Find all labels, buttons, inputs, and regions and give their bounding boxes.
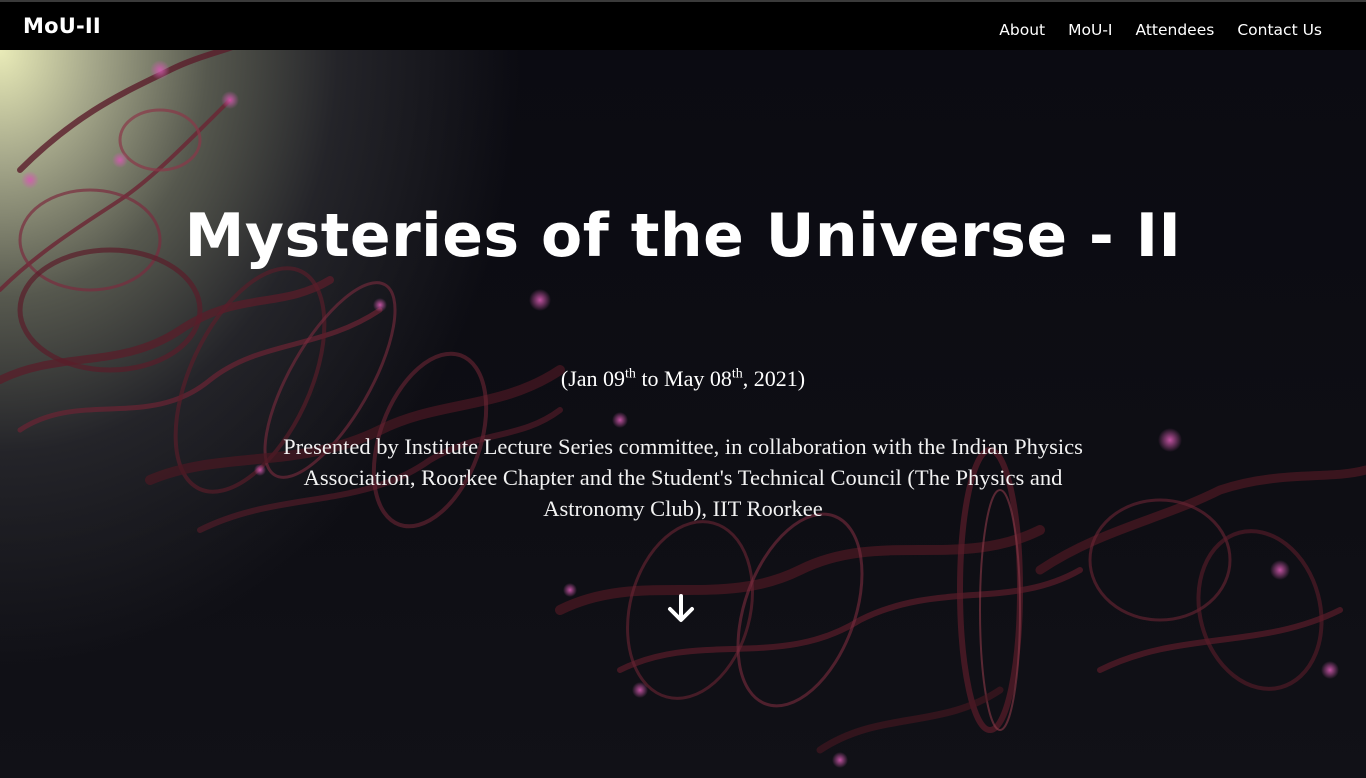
nav-link-mou-i[interactable]: MoU-I xyxy=(1068,21,1112,39)
dates-end-sup: th xyxy=(731,366,743,382)
brand-logo-text[interactable]: MoU-II xyxy=(23,14,101,38)
arrow-down-icon[interactable] xyxy=(665,593,697,625)
page-title: Mysteries of the Universe - II xyxy=(184,201,1182,271)
hero-section: Mysteries of the Universe - II (Jan 09th… xyxy=(0,50,1366,778)
event-dates: (Jan 09th to May 08th, 2021) xyxy=(383,366,983,392)
top-navbar: MoU-II About MoU-I Attendees Contact Us xyxy=(0,0,1366,50)
nav-link-attendees[interactable]: Attendees xyxy=(1136,21,1215,39)
dates-connector: to May 08 xyxy=(635,366,732,391)
presented-by-text: Presented by Institute Lecture Series co… xyxy=(283,434,1083,521)
nav-link-contact-us[interactable]: Contact Us xyxy=(1237,21,1322,39)
fractal-background-image xyxy=(0,50,1366,768)
dates-start-sup: th xyxy=(625,366,636,382)
main-nav: About MoU-I Attendees Contact Us xyxy=(999,21,1322,39)
nav-link-about[interactable]: About xyxy=(999,21,1045,39)
dates-year: , 2021) xyxy=(742,366,806,391)
dates-start: Jan 09 xyxy=(568,366,626,391)
